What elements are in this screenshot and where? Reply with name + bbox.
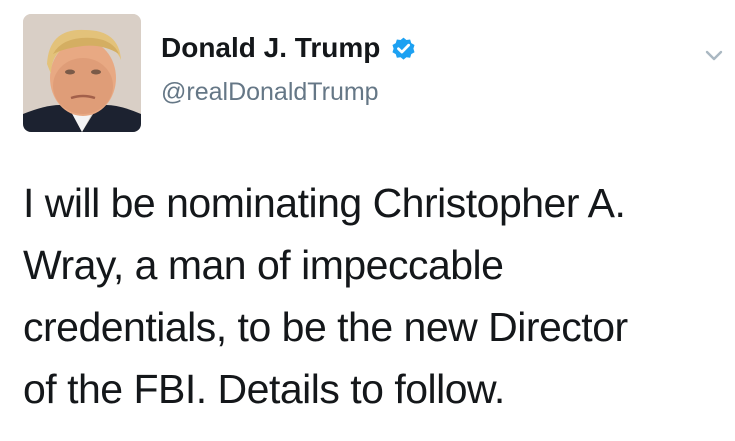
tweet-line: I will be nominating Christopher A. xyxy=(23,180,626,226)
tweet-text: I will be nominating Christopher A. Wray… xyxy=(23,172,713,420)
avatar[interactable] xyxy=(23,14,141,132)
display-name[interactable]: Donald J. Trump xyxy=(161,31,380,65)
chevron-down-icon[interactable] xyxy=(701,42,727,68)
tweet-line: credentials, to be the new Director xyxy=(23,304,628,350)
avatar-image xyxy=(23,14,141,132)
user-name-row: Donald J. Trump xyxy=(161,31,417,65)
tweet-line: Wray, a man of impeccable xyxy=(23,242,504,288)
tweet-line: of the FBI. Details to follow. xyxy=(23,366,505,412)
verified-badge-icon xyxy=(390,35,417,62)
user-handle[interactable]: @realDonaldTrump xyxy=(161,76,379,108)
